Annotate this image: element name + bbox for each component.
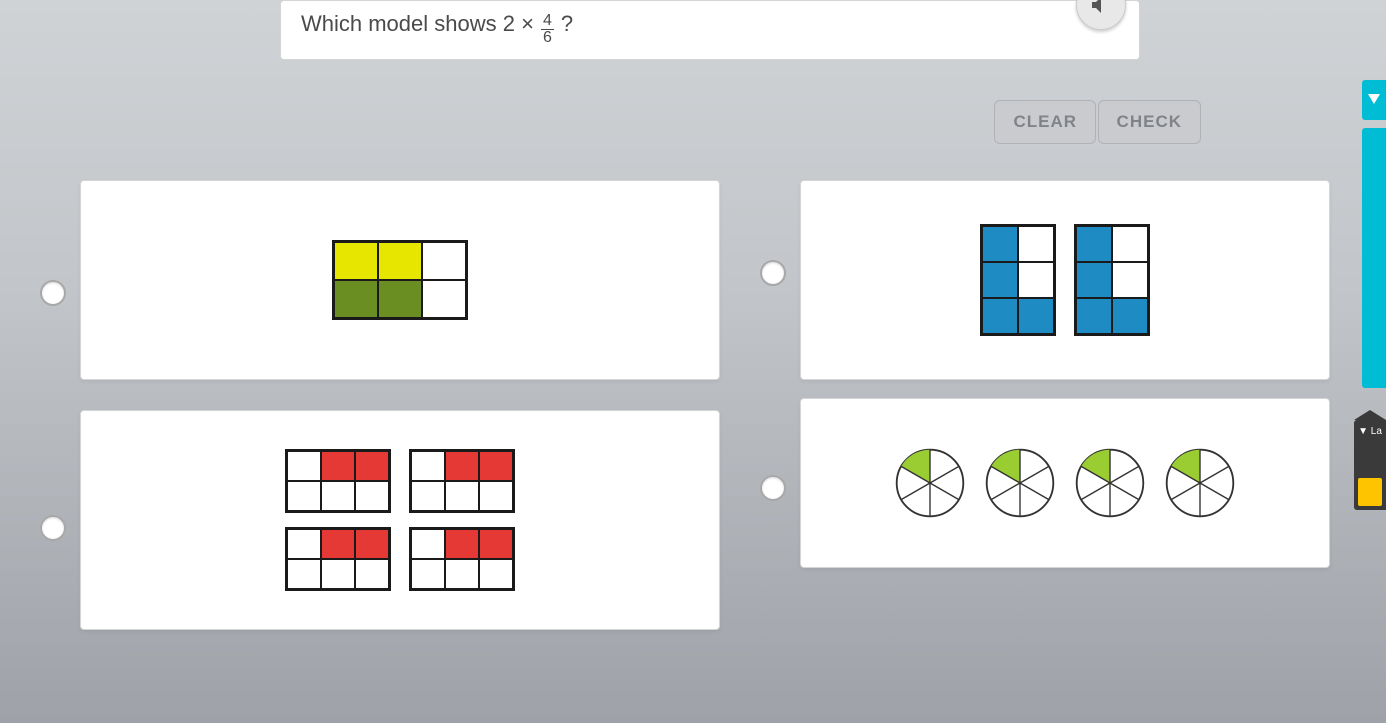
pie-icon — [1163, 446, 1237, 520]
side-tool-label: ▼ La — [1354, 426, 1386, 437]
pie-icon — [983, 446, 1057, 520]
fraction-numerator: 4 — [541, 13, 554, 30]
option-c-card[interactable] — [80, 410, 720, 630]
option-a-card[interactable] — [80, 180, 720, 380]
question-fraction: 4 6 — [541, 13, 554, 46]
side-tool[interactable]: ▼ La — [1354, 420, 1386, 510]
side-tool-indicator — [1358, 478, 1382, 506]
fraction-denominator: 6 — [541, 30, 554, 46]
pie-icon — [893, 446, 967, 520]
option-b-grids — [980, 224, 1150, 336]
option-b-card[interactable] — [800, 180, 1330, 380]
check-button[interactable]: CHECK — [1098, 100, 1201, 144]
question-box: Which model shows 2 × 4 6 ? — [280, 0, 1140, 60]
pie-icon — [1073, 446, 1147, 520]
question-text: Which model shows 2 × — [301, 11, 534, 37]
clear-button[interactable]: CLEAR — [994, 100, 1096, 144]
option-b-radio[interactable] — [760, 260, 786, 286]
option-c-radio[interactable] — [40, 515, 66, 541]
triangle-down-icon — [1362, 80, 1386, 120]
option-d-radio[interactable] — [760, 475, 786, 501]
side-panel[interactable] — [1362, 128, 1386, 388]
option-a-radio[interactable] — [40, 280, 66, 306]
option-d-card[interactable] — [800, 398, 1330, 568]
speaker-icon — [1089, 0, 1113, 17]
option-d-circles — [893, 446, 1237, 520]
side-tab-toggle[interactable] — [1362, 80, 1386, 120]
option-c-grids — [285, 449, 515, 591]
question-suffix: ? — [561, 11, 573, 37]
option-a-grid — [332, 240, 468, 320]
